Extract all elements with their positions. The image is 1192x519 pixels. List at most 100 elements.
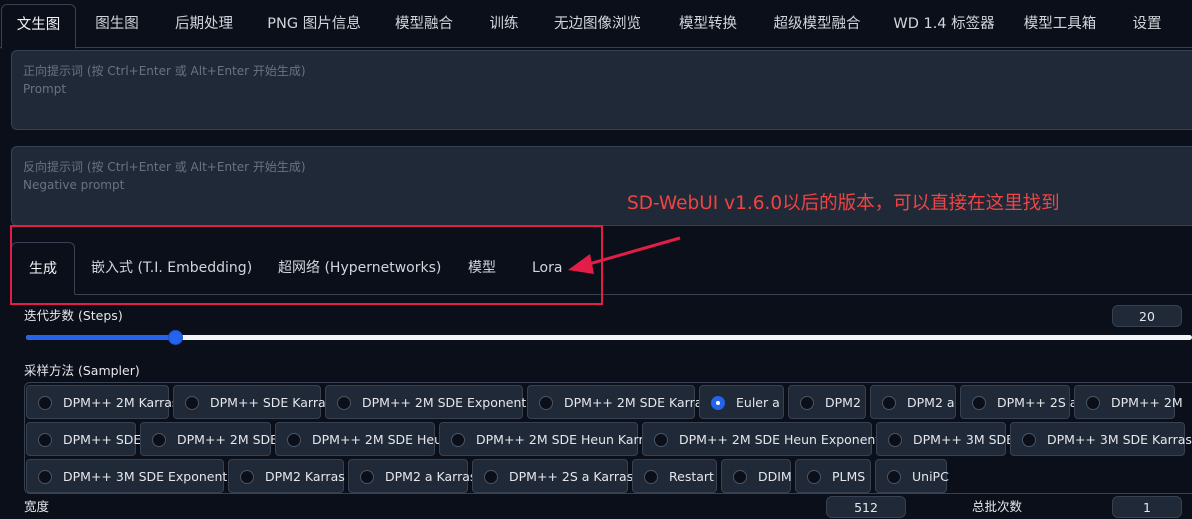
- sampler-option-dpmpp-2s-a-karras[interactable]: DPM++ 2S a Karras: [472, 459, 633, 493]
- radio-circle-icon: [360, 470, 374, 484]
- sampler-option-label: PLMS: [832, 469, 866, 484]
- sampler-option-dpm2-karras[interactable]: DPM2 Karras: [228, 459, 345, 493]
- annotation-text: SD-WebUI v1.6.0以后的版本，可以直接在这里找到: [627, 193, 1060, 214]
- tab-wd14-tagger[interactable]: WD 1.4 标签器: [884, 4, 1004, 48]
- radio-circle-icon: [152, 433, 166, 447]
- sampler-option-euler-a[interactable]: Euler a: [699, 385, 784, 419]
- radio-circle-icon: [733, 470, 747, 484]
- sampler-option-dpm2[interactable]: DPM2: [788, 385, 866, 419]
- sampler-option-label: DPM++ SDE Karras: [210, 395, 333, 410]
- radio-circle-icon: [185, 396, 199, 410]
- sampler-option-dpm2-a[interactable]: DPM2 a: [870, 385, 956, 419]
- radio-circle-icon: [484, 470, 498, 484]
- sampler-option-label: DPM++ 2M SDE: [177, 432, 279, 447]
- radio-circle-icon: [972, 396, 986, 410]
- tab-checkpoint-merger[interactable]: 模型融合: [380, 4, 468, 48]
- sampler-option-label: Restart: [669, 469, 714, 484]
- sampler-option-label: DPM2 a Karras: [385, 469, 477, 484]
- annotation-highlight-box: [10, 225, 603, 305]
- sampler-option-dpmpp-2m-sde[interactable]: DPM++ 2M SDE: [140, 422, 278, 456]
- radio-circle-icon: [807, 470, 821, 484]
- sampler-option-label: DPM++ 3M SDE Karras: [1047, 432, 1192, 447]
- top-tab-bar: 文生图 图生图 后期处理 PNG 图片信息 模型融合 训练 无边图像浏览 模型转…: [0, 0, 1192, 49]
- sampler-option-unipc[interactable]: UniPC: [875, 459, 949, 493]
- steps-slider[interactable]: [26, 330, 1192, 345]
- sampler-option-dpmpp-3m-sde-karras[interactable]: DPM++ 3M SDE Karras: [1010, 422, 1192, 456]
- radio-circle-icon: [1022, 433, 1036, 447]
- prompt-label: 正向提示词 (按 Ctrl+Enter 或 Alt+Enter 开始生成): [23, 64, 306, 78]
- radio-circle-icon: [38, 396, 52, 410]
- radio-circle-icon: [644, 470, 658, 484]
- steps-slider-fill: [26, 335, 175, 340]
- sampler-option-label: Euler a: [736, 395, 780, 410]
- radio-circle-icon: [1086, 396, 1100, 410]
- tab-image-browser[interactable]: 无边图像浏览: [540, 4, 655, 48]
- width-label: 宽度: [24, 499, 50, 514]
- width-number-input[interactable]: 512: [826, 496, 906, 518]
- sampler-option-label: DPM++ 3M SDE: [913, 432, 1015, 447]
- radio-circle-icon: [287, 433, 301, 447]
- sampler-option-label: DPM++ 3M SDE Exponential: [63, 469, 242, 484]
- tab-extras[interactable]: 后期处理: [160, 4, 248, 48]
- sampler-option-dpmpp-2m-sde-exponential[interactable]: DPM++ 2M SDE Exponential: [325, 385, 541, 419]
- tab-img2img[interactable]: 图生图: [80, 4, 154, 48]
- sampler-option-restart[interactable]: Restart: [632, 459, 717, 493]
- sampler-option-dpmpp-sde[interactable]: DPM++ SDE: [26, 422, 141, 456]
- radio-circle-icon: [888, 433, 902, 447]
- sampler-option-label: DPM++ SDE: [63, 432, 142, 447]
- radio-circle-icon: [539, 396, 553, 410]
- sampler-option-dpmpp-sde-karras[interactable]: DPM++ SDE Karras: [173, 385, 332, 419]
- radio-circle-icon: [240, 470, 254, 484]
- sampler-option-dpmpp-2m-sde-heun[interactable]: DPM++ 2M SDE Heun: [275, 422, 450, 456]
- sampler-option-dpmpp-2m-sde-heun-karras[interactable]: DPM++ 2M SDE Heun Karras: [439, 422, 658, 456]
- tab-super-merger[interactable]: 超级模型融合: [760, 4, 874, 48]
- radio-circle-icon: [800, 396, 814, 410]
- steps-label: 迭代步数 (Steps): [24, 308, 123, 323]
- steps-slider-thumb[interactable]: [167, 330, 183, 345]
- sampler-label: 采样方法 (Sampler): [24, 363, 140, 378]
- sampler-option-label: DPM2: [825, 395, 861, 410]
- sampler-option-dpmpp-2m-sde-karras[interactable]: DPM++ 2M SDE Karras: [527, 385, 709, 419]
- sampler-option-label: DPM++ 2M SDE Heun Exponential: [679, 432, 895, 447]
- tab-train[interactable]: 训练: [475, 4, 533, 48]
- sampler-option-plms[interactable]: PLMS: [795, 459, 871, 493]
- radio-circle-icon: [887, 470, 901, 484]
- steps-number-input[interactable]: 20: [1112, 305, 1182, 327]
- sampler-option-label: DPM++ 2S a Karras: [509, 469, 634, 484]
- annotation-arrow-icon: [568, 236, 681, 274]
- sampler-option-dpmpp-2m-sde-heun-exponential[interactable]: DPM++ 2M SDE Heun Exponential: [642, 422, 895, 456]
- sampler-option-label: DPM++ 2M SDE Karras: [564, 395, 709, 410]
- sampler-option-label: DPM++ 2M Karras: [63, 395, 179, 410]
- batch-count-number-input[interactable]: 1: [1112, 496, 1182, 518]
- sampler-option-label: DPM2 a: [907, 395, 955, 410]
- sampler-option-dpmpp-2m[interactable]: DPM++ 2M: [1074, 385, 1183, 419]
- sampler-option-ddim[interactable]: DDIM: [721, 459, 792, 493]
- tab-settings[interactable]: 设置: [1118, 4, 1176, 48]
- sampler-option-label: DPM++ 2S a: [997, 395, 1078, 410]
- tab-model-toolkit[interactable]: 模型工具箱: [1010, 4, 1110, 48]
- tab-model-converter[interactable]: 模型转换: [664, 4, 752, 48]
- batch-count-label: 总批次数: [972, 499, 1023, 514]
- sampler-option-label: DPM++ 2M SDE Exponential: [362, 395, 541, 410]
- sampler-option-label: UniPC: [912, 469, 949, 484]
- radio-circle-icon: [882, 396, 896, 410]
- sampler-option-dpmpp-3m-sde[interactable]: DPM++ 3M SDE: [876, 422, 1014, 456]
- prompt-placeholder: Prompt: [23, 82, 67, 96]
- tab-png-info[interactable]: PNG 图片信息: [255, 4, 373, 48]
- sampler-option-dpmpp-2s-a[interactable]: DPM++ 2S a: [960, 385, 1077, 419]
- radio-circle-icon: [337, 396, 351, 410]
- radio-circle-icon: [654, 433, 668, 447]
- radio-circle-icon: [38, 433, 52, 447]
- radio-circle-icon: [38, 470, 52, 484]
- sampler-option-label: DPM2 Karras: [265, 469, 345, 484]
- sampler-option-dpmpp-2m-karras[interactable]: DPM++ 2M Karras: [26, 385, 178, 419]
- sampler-option-label: DPM++ 2M SDE Heun: [312, 432, 450, 447]
- negative-prompt-placeholder: Negative prompt: [23, 178, 125, 192]
- sampler-option-dpmpp-3m-sde-exponential[interactable]: DPM++ 3M SDE Exponential: [26, 459, 242, 493]
- sampler-option-label: DPM++ 2M SDE Heun Karras: [476, 432, 658, 447]
- prompt-textarea[interactable]: 正向提示词 (按 Ctrl+Enter 或 Alt+Enter 开始生成) Pr…: [11, 50, 1192, 130]
- tab-txt2img[interactable]: 文生图: [1, 4, 76, 49]
- radio-circle-icon: [451, 433, 465, 447]
- sampler-option-dpm2-a-karras[interactable]: DPM2 a Karras: [348, 459, 476, 493]
- negative-prompt-label: 反向提示词 (按 Ctrl+Enter 或 Alt+Enter 开始生成): [23, 160, 306, 174]
